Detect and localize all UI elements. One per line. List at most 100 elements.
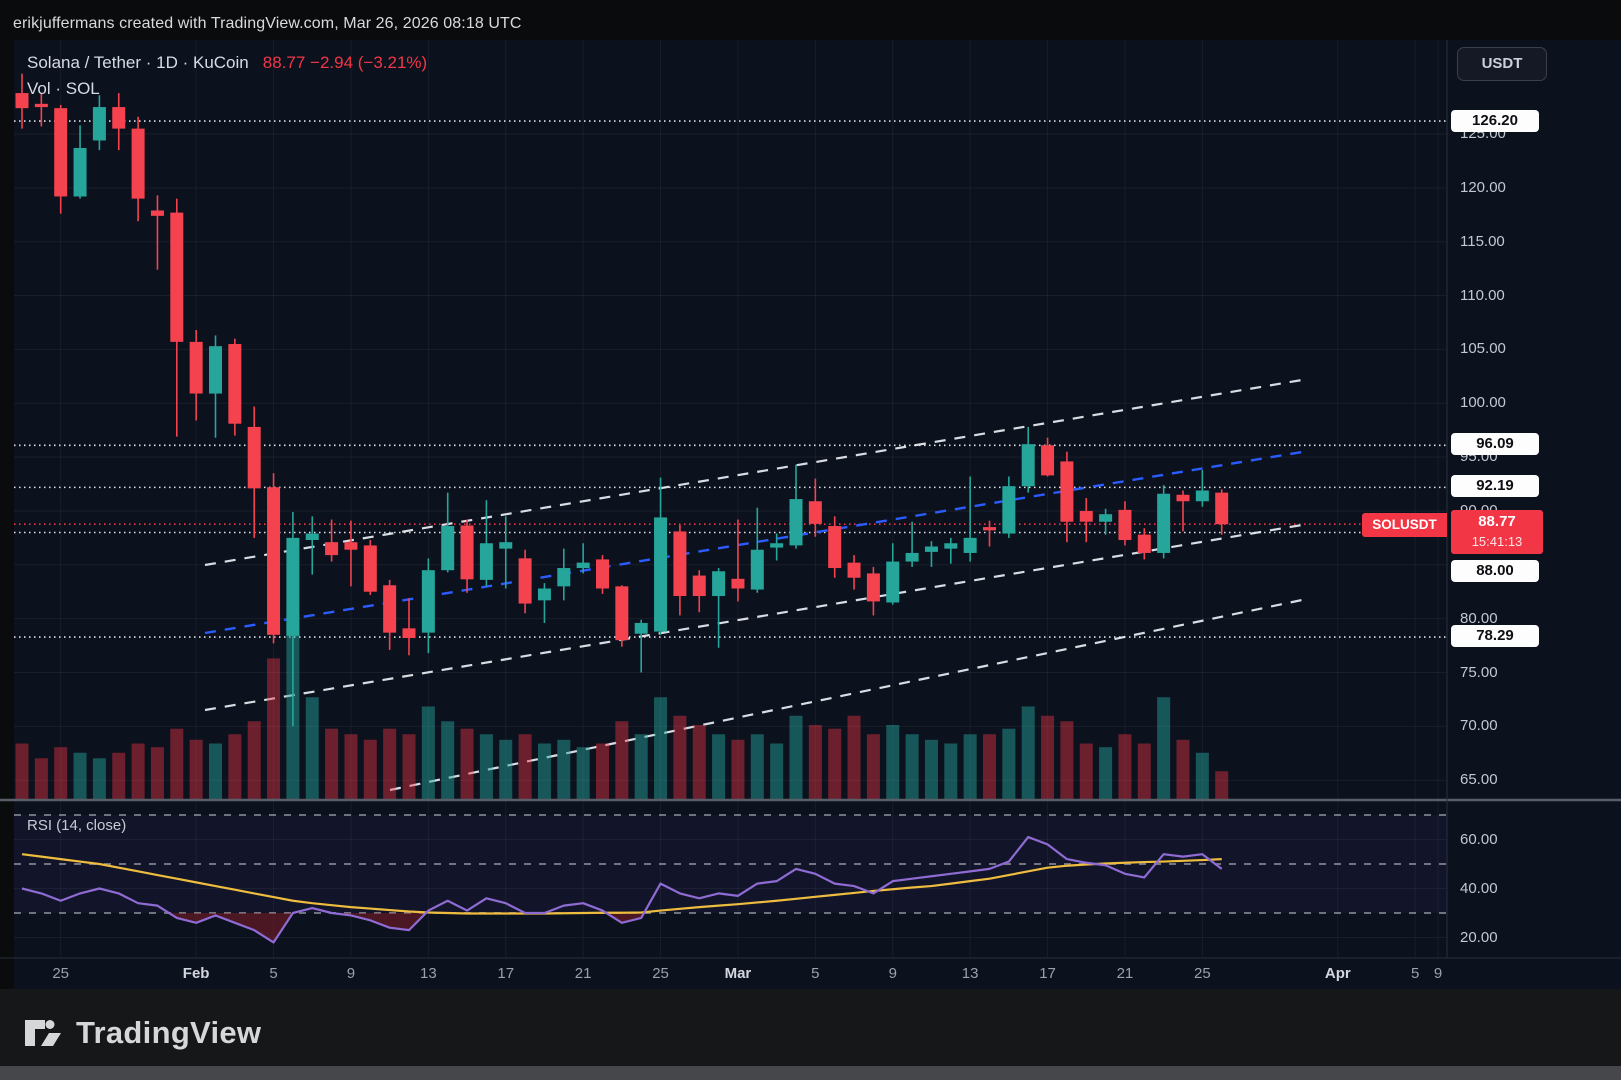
candle[interactable] xyxy=(1196,470,1209,507)
candle[interactable] xyxy=(615,585,628,646)
volume-bar[interactable] xyxy=(1099,747,1112,799)
candle[interactable] xyxy=(480,500,493,586)
symbol-legend[interactable]: Solana / Tether · 1D · KuCoin88.77 −2.94… xyxy=(27,53,427,73)
volume-bar[interactable] xyxy=(693,725,706,799)
volume-bar[interactable] xyxy=(364,740,377,799)
volume-bar[interactable] xyxy=(751,734,764,799)
volume-bar[interactable] xyxy=(441,721,454,799)
tradingview-logo[interactable]: TradingView xyxy=(22,1012,261,1054)
candle[interactable] xyxy=(673,525,686,615)
candle[interactable] xyxy=(731,520,744,602)
volume-bar[interactable] xyxy=(499,740,512,799)
volume-bar[interactable] xyxy=(1196,753,1209,799)
volume-bar[interactable] xyxy=(790,716,803,799)
volume-bar[interactable] xyxy=(577,747,590,799)
volume-legend[interactable]: Vol · SOL xyxy=(27,79,100,99)
volume-bar[interactable] xyxy=(209,744,222,800)
volume-bar[interactable] xyxy=(809,725,822,799)
volume-bar[interactable] xyxy=(1002,729,1015,799)
volume-bar[interactable] xyxy=(74,753,87,799)
volume-bar[interactable] xyxy=(828,729,841,799)
candle[interactable] xyxy=(654,478,667,635)
candle[interactable] xyxy=(422,558,435,653)
candle[interactable] xyxy=(635,620,648,673)
volume-bar[interactable] xyxy=(248,721,261,799)
volume-bar[interactable] xyxy=(906,734,919,799)
candle[interactable] xyxy=(906,522,919,567)
volume-bar[interactable] xyxy=(1022,707,1035,800)
candle[interactable] xyxy=(499,516,512,588)
candle[interactable] xyxy=(693,570,706,612)
chart-canvas[interactable] xyxy=(0,0,1621,1080)
rsi-indicator-label[interactable]: RSI (14, close) xyxy=(27,817,126,834)
volume-bar[interactable] xyxy=(983,734,996,799)
candle[interactable] xyxy=(1002,476,1015,537)
candle[interactable] xyxy=(1041,438,1054,477)
volume-bar[interactable] xyxy=(1138,744,1151,800)
volume-bar[interactable] xyxy=(557,740,570,799)
candle[interactable] xyxy=(596,555,609,594)
volume-bar[interactable] xyxy=(344,734,357,799)
volume-bar[interactable] xyxy=(731,740,744,799)
volume-bar[interactable] xyxy=(54,747,67,799)
volume-bar[interactable] xyxy=(383,729,396,799)
candle[interactable] xyxy=(383,580,396,650)
candle[interactable] xyxy=(1157,485,1170,558)
volume-bar[interactable] xyxy=(538,744,551,800)
trendline-upper-channel[interactable] xyxy=(205,380,1302,565)
candle[interactable] xyxy=(1215,489,1228,534)
volume-bar[interactable] xyxy=(1060,721,1073,799)
candle[interactable] xyxy=(364,540,377,595)
volume-bar[interactable] xyxy=(635,734,648,799)
candle[interactable] xyxy=(1080,498,1093,542)
candle[interactable] xyxy=(1060,452,1073,542)
volume-bar[interactable] xyxy=(170,729,183,799)
candle[interactable] xyxy=(1099,509,1112,535)
volume-bar[interactable] xyxy=(267,658,280,799)
volume-bar[interactable] xyxy=(132,744,145,800)
volume-bar[interactable] xyxy=(519,734,532,799)
candle[interactable] xyxy=(538,583,551,623)
candle[interactable] xyxy=(964,476,977,561)
candle[interactable] xyxy=(325,520,338,562)
volume-bar[interactable] xyxy=(112,753,125,799)
volume-bar[interactable] xyxy=(596,744,609,800)
candle[interactable] xyxy=(267,473,280,643)
volume-bar[interactable] xyxy=(35,758,48,799)
candle[interactable] xyxy=(209,335,222,437)
candle[interactable] xyxy=(190,330,203,420)
volume-bar[interactable] xyxy=(867,734,880,799)
candle[interactable] xyxy=(93,95,106,150)
candle[interactable] xyxy=(944,538,957,564)
volume-bar[interactable] xyxy=(673,716,686,799)
volume-bar[interactable] xyxy=(16,744,29,800)
volume-bar[interactable] xyxy=(848,716,861,799)
symbol-title[interactable]: Solana / Tether · 1D · KuCoin xyxy=(27,53,249,72)
volume-bar[interactable] xyxy=(325,729,338,799)
candle[interactable] xyxy=(925,541,938,567)
candle[interactable] xyxy=(461,520,474,593)
volume-bar[interactable] xyxy=(925,740,938,799)
volume-bar[interactable] xyxy=(712,734,725,799)
volume-bar[interactable] xyxy=(615,721,628,799)
volume-bar[interactable] xyxy=(228,734,241,799)
candle[interactable] xyxy=(886,543,899,604)
volume-bar[interactable] xyxy=(964,734,977,799)
candle[interactable] xyxy=(248,406,261,537)
volume-bar[interactable] xyxy=(944,744,957,800)
candle[interactable] xyxy=(790,465,803,549)
candle[interactable] xyxy=(112,93,125,150)
candle[interactable] xyxy=(151,195,164,269)
candle[interactable] xyxy=(228,339,241,436)
candle[interactable] xyxy=(751,508,764,593)
candle[interactable] xyxy=(1022,427,1035,493)
volume-bar[interactable] xyxy=(770,744,783,800)
candle[interactable] xyxy=(132,117,145,221)
volume-bar[interactable] xyxy=(1118,734,1131,799)
volume-bar[interactable] xyxy=(1215,771,1228,799)
candle[interactable] xyxy=(519,550,532,614)
volume-bar[interactable] xyxy=(93,758,106,799)
volume-bar[interactable] xyxy=(461,729,474,799)
candle[interactable] xyxy=(867,567,880,615)
candle[interactable] xyxy=(441,493,454,573)
